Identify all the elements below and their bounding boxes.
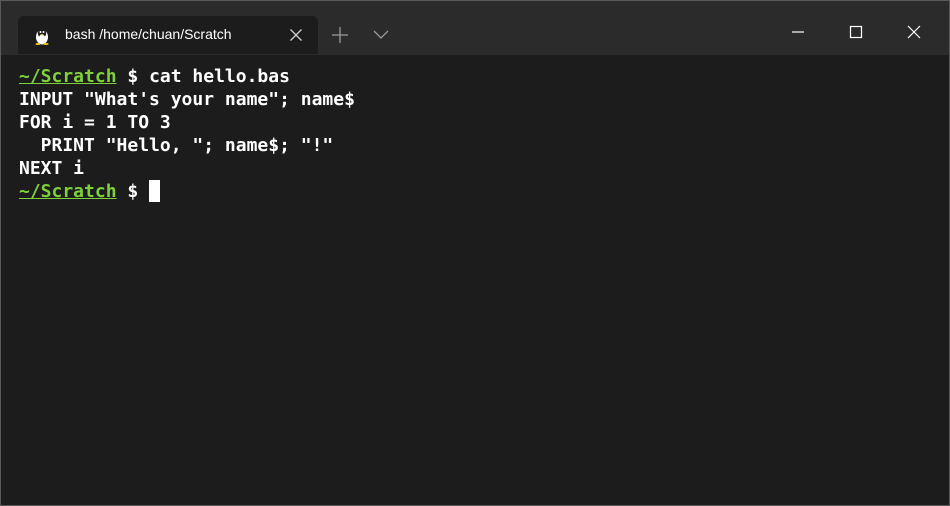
current-prompt-line[interactable]: ~/Scratch $ [19,180,949,203]
terminal-window: bash /home/chuan/Scratch ~/Scratch $ cat… [0,0,950,506]
tab-title: bash /home/chuan/Scratch [65,26,232,42]
tab-bash[interactable]: bash /home/chuan/Scratch [18,16,318,54]
terminal-output[interactable]: ~/Scratch $ cat hello.bas INPUT "What's … [1,55,949,505]
text-cursor [149,180,161,202]
prompt-line: ~/Scratch $ cat hello.bas [19,65,949,88]
prompt-symbol: $ [116,66,150,87]
output-line: INPUT "What's your name"; name$ [19,89,355,110]
maximize-icon[interactable] [841,17,871,47]
chevron-down-icon[interactable] [369,23,393,47]
prompt-path: ~/Scratch [19,181,117,202]
tab-close-icon[interactable] [289,28,303,42]
command-text: cat hello.bas [149,66,290,87]
output-line: FOR i = 1 TO 3 [19,112,171,133]
prompt-path: ~/Scratch [19,66,117,87]
prompt-symbol: $ [116,181,150,202]
linux-tux-icon [35,28,49,45]
output-line: NEXT i [19,158,85,179]
close-icon[interactable] [899,17,929,47]
title-bar[interactable]: bash /home/chuan/Scratch [1,1,949,55]
minimize-icon[interactable] [783,17,813,47]
plus-icon[interactable] [328,23,352,47]
output-line: PRINT "Hello, "; name$; "!" [19,135,334,156]
